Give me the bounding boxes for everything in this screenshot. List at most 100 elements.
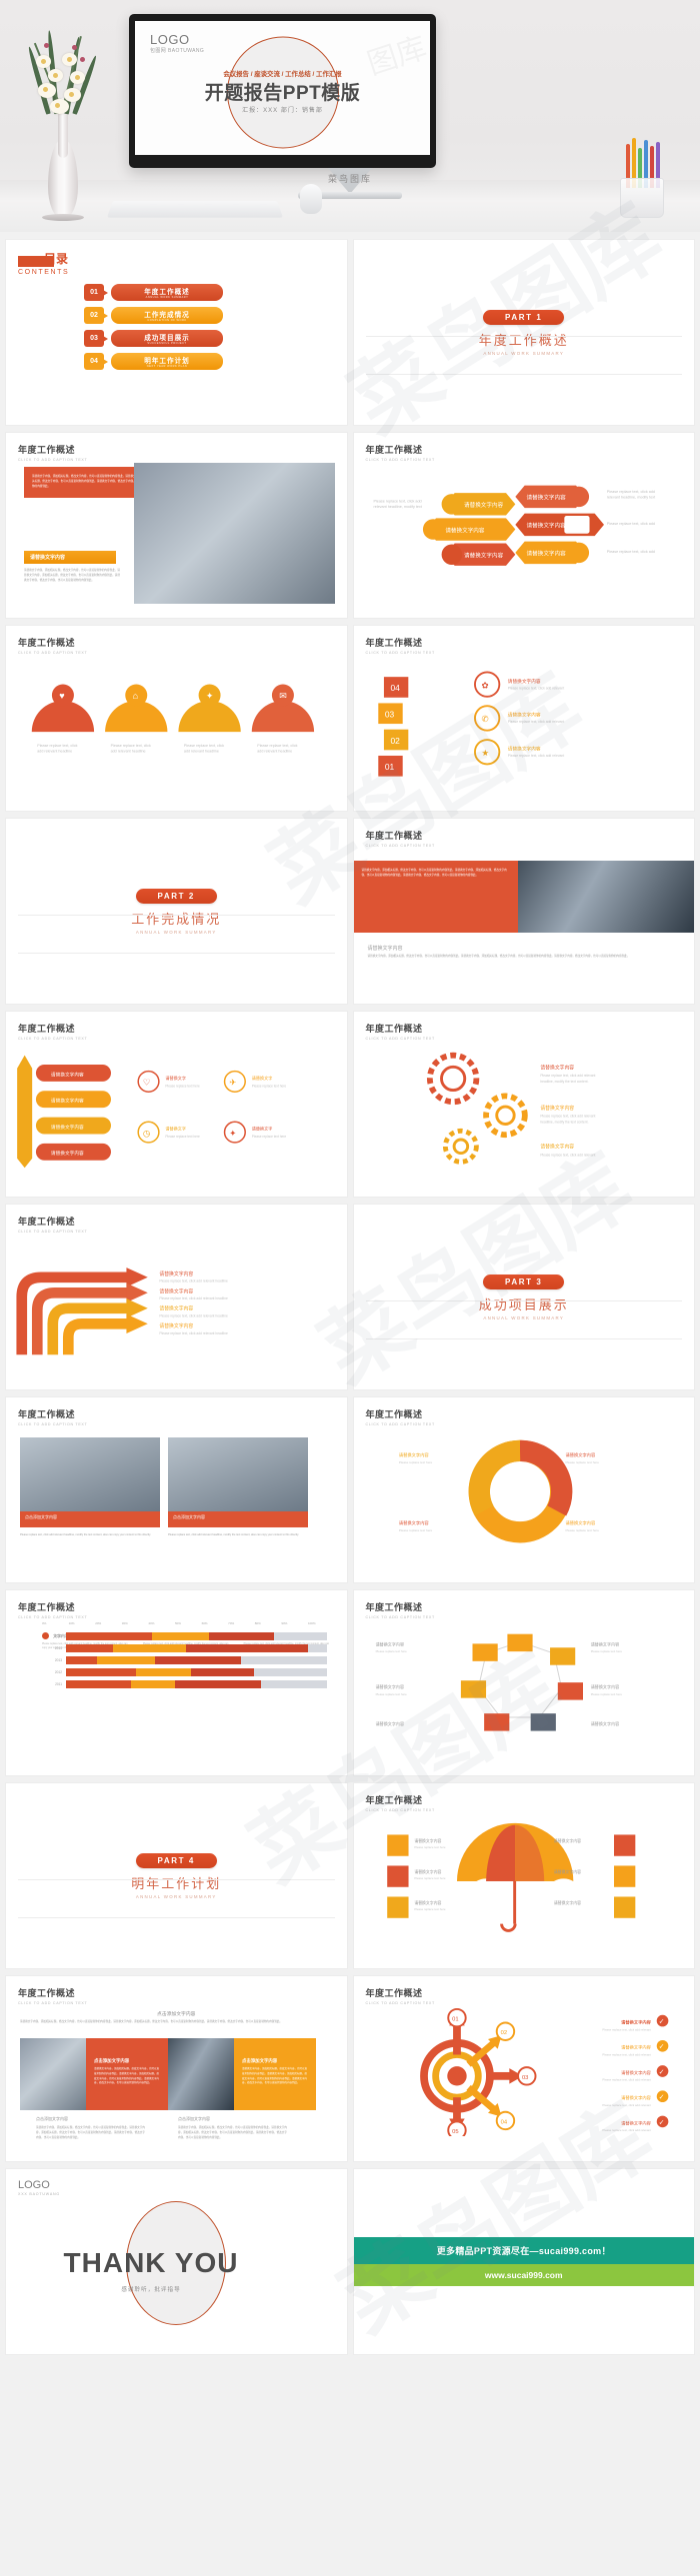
svg-text:Please replace text here: Please replace text here — [590, 1649, 622, 1653]
page-subtitle: CLICK TO ADD CAPTION TEXT — [18, 1230, 88, 1234]
title-main: 开题报告PPT模版 — [204, 83, 361, 104]
page-title: 年度工作概述 — [365, 1024, 423, 1034]
slide-curved-arrows[interactable]: 年度工作概述 CLICK TO ADD CAPTION TEXT 请替换文字内容… — [6, 1205, 347, 1389]
slide-umbrella[interactable]: 年度工作概述 CLICK TO ADD CAPTION TEXT 请替换文字内容… — [353, 1783, 694, 1968]
slide-donut[interactable]: 年度工作概述 CLICK TO ADD CAPTION TEXT 请替换文字内容… — [353, 1397, 694, 1582]
svg-text:请替换文字内容: 请替换文字内容 — [540, 1105, 574, 1112]
footer-caption-2: 点击添加文字内容 — [178, 2116, 210, 2121]
slide-two-photos[interactable]: 年度工作概述 CLICK TO ADD CAPTION TEXT 点击添加文字内… — [6, 1397, 347, 1582]
section-title-en: ANNUAL WORK SUMMARY — [135, 929, 217, 935]
toc-label-cn: 工作完成情况 — [144, 312, 190, 319]
page-title: 年度工作概述 — [18, 1217, 76, 1227]
chart-x-tick: 30% — [121, 1621, 128, 1625]
page-subtitle: CLICK TO ADD CAPTION TEXT — [365, 1422, 435, 1426]
svg-text:Please replace text here: Please replace text here — [414, 1876, 446, 1880]
slide-promo-banner[interactable]: 更多精品PPT资源尽在—sucai999.com！ www.sucai999.c… — [353, 2169, 694, 2354]
slide-section-part2[interactable]: PART 2 工作完成情况 ANNUAL WORK SUMMARY — [6, 819, 347, 1004]
svg-text:⌂: ⌂ — [133, 691, 139, 701]
page-subtitle: CLICK TO ADD CAPTION TEXT — [18, 2001, 88, 2005]
svg-text:add relevant headline: add relevant headline — [184, 749, 219, 753]
svg-text:请替换文字内容: 请替换文字内容 — [590, 1640, 618, 1646]
slide-section-part4[interactable]: PART 4 明年工作计划 ANNUAL WORK SUMMARY — [6, 1783, 347, 1968]
watermark-text: 图库 — [361, 23, 430, 83]
slide-bar-chart[interactable]: 年度工作概述 CLICK TO ADD CAPTION TEXT 2015 201… — [6, 1590, 347, 1775]
slide-pencil-list[interactable]: 年度工作概述 CLICK TO ADD CAPTION TEXT 请替换文字内容… — [6, 1012, 347, 1197]
section-pill: PART 4 — [135, 1852, 217, 1868]
slide-target[interactable]: 年度工作概述 CLICK TO ADD CAPTION TEXT 01 02 0… — [353, 1976, 694, 2161]
toc-number: 02 — [84, 307, 108, 324]
svg-text:Please replace text here: Please replace text here — [590, 1692, 622, 1696]
svg-text:请替换文字内容: 请替换文字内容 — [51, 1124, 84, 1131]
slide-office-photo[interactable]: 年度工作概述 CLICK TO ADD CAPTION TEXT 请替换文字内容… — [353, 819, 694, 1004]
brand-name: 菜鸟图库 — [327, 174, 373, 184]
slide-section-part1[interactable]: PART 1 年度工作概述 ANNUAL WORK SUMMARY — [353, 240, 694, 425]
center-caption: 点击添加文字内容 — [157, 2012, 196, 2017]
page-subtitle: CLICK TO ADD CAPTION TEXT — [18, 1422, 88, 1426]
svg-text:Please replace text, click add: Please replace text, click add — [606, 522, 654, 526]
overlay-text-1: 请替换文字内容，添加相关标题，修改文字内容，也可以直接复制你的内容到此。请替换文… — [94, 2067, 160, 2085]
list-item[interactable]: 03 成功项目展示 SUCCESSFUL PROJECT — [84, 330, 335, 347]
list-item[interactable]: 02 工作完成情况 COMPLETION OF WORK — [84, 307, 335, 324]
slide-steps-circles[interactable]: 年度工作概述 CLICK TO ADD CAPTION TEXT 04 03 0… — [353, 626, 694, 811]
svg-text:Please replace text, click add: Please replace text, click add relevant … — [159, 1280, 228, 1284]
svg-text:05: 05 — [452, 2129, 458, 2135]
slide-gears[interactable]: 年度工作概述 CLICK TO ADD CAPTION TEXT 请替换文字内容… — [353, 1012, 694, 1197]
toc-number: 01 — [84, 284, 108, 301]
svg-text:请替换文字内容: 请替换文字内容 — [621, 2119, 652, 2126]
svg-text:请替换文字内容: 请替换文字内容 — [540, 1144, 574, 1151]
logo-text: LOGO — [18, 2179, 50, 2191]
svg-text:请替换文字内容: 请替换文字内容 — [526, 522, 566, 530]
slide-contents[interactable]: 目录 CONTENTS 01 年度工作概述 ANNUAL WORK SUMMAR… — [6, 240, 347, 425]
svg-text:add relevant headline: add relevant headline — [37, 749, 72, 753]
chart-x-tick: 100% — [307, 1621, 316, 1625]
pencil-cup — [612, 138, 672, 218]
page-title: 年度工作概述 — [18, 445, 76, 455]
chart-y-tick: 2011 — [55, 1682, 62, 1686]
slide-arrow-diagram[interactable]: 年度工作概述 CLICK TO ADD CAPTION TEXT 请替换文字内容… — [353, 433, 694, 618]
svg-text:请替换文字内容: 请替换文字内容 — [398, 1519, 429, 1526]
list-item[interactable]: 04 明年工作计划 NEXT YEAR WORK PLAN — [84, 353, 335, 370]
section-pill: PART 3 — [483, 1274, 565, 1289]
svg-text:请替换文字内容: 请替换文字内容 — [51, 1150, 84, 1157]
hexagon-infographic: 请替换文字内容 Please replace text here 请替换文字内容… — [375, 1633, 622, 1731]
page-subtitle: CLICK TO ADD CAPTION TEXT — [18, 651, 88, 655]
chart-bar-segment — [66, 1656, 98, 1664]
list-item[interactable]: 01 年度工作概述 ANNUAL WORK SUMMARY — [84, 284, 335, 301]
slide-overview-photo[interactable]: 年度工作概述 CLICK TO ADD CAPTION TEXT 请替换文字内容… — [6, 433, 347, 618]
toc-title-en: CONTENTS — [18, 269, 70, 276]
chart-bar-segment — [209, 1632, 275, 1640]
slide-thank-you[interactable]: LOGO XXX BAOTUWANG THANK YOU 感谢聆听，批评指导 — [6, 2169, 347, 2354]
arrow-infographic: 请替换文字内容 请替换文字内容 请替换文字内容 请替换文字内容 请替换文字内容 … — [373, 485, 655, 566]
svg-text:Please replace text, click add: Please replace text, click add — [373, 499, 421, 503]
logo-subtext: 包图网 BAOTUWANG — [150, 48, 205, 54]
svg-text:03: 03 — [384, 709, 394, 719]
svg-text:04: 04 — [500, 2119, 507, 2125]
chart-bar-segment — [175, 1680, 262, 1688]
slide-section-part3[interactable]: PART 3 成功项目展示 ANNUAL WORK SUMMARY — [353, 1205, 694, 1389]
page-title: 年度工作概述 — [18, 1024, 76, 1034]
chart-y-tick: 2012 — [54, 1670, 62, 1674]
semicircle-icons: ♥ ⌂ ✦ ✉ Please replace text, click add rel… — [31, 684, 315, 753]
chart-x-tick: 70% — [228, 1621, 235, 1625]
svg-text:add relevant headline: add relevant headline — [111, 749, 146, 753]
section-pill: PART 2 — [135, 888, 217, 904]
photo-caption-1: 点击添加文字内容 — [20, 1511, 160, 1527]
chart-bar-segment — [136, 1668, 192, 1676]
page-subtitle: CLICK TO ADD CAPTION TEXT — [365, 458, 435, 462]
gear-infographic: 请替换文字内容 Please replace text, click add r… — [426, 1052, 595, 1165]
svg-text:✉: ✉ — [279, 691, 287, 701]
logo-text: LOGO — [150, 32, 190, 47]
svg-text:Please replace text, click add: Please replace text, click add relevant … — [159, 1296, 228, 1300]
slide-meeting-photos[interactable]: 年度工作概述 CLICK TO ADD CAPTION TEXT 点击添加文字内… — [6, 1976, 347, 2161]
svg-text:请替换文字内容: 请替换文字内容 — [621, 2018, 652, 2025]
footer-text-2: 请替换文字内容，添加相关标题，修改文字内容，也可以直接复制你的内容到此。请替换文… — [178, 2126, 287, 2139]
svg-text:Please replace text, click add: Please replace text, click add — [606, 490, 654, 494]
svg-text:Please replace text here: Please replace text here — [252, 1135, 287, 1139]
slide-hexagon[interactable]: 年度工作概述 CLICK TO ADD CAPTION TEXT 请替换文字内容… — [353, 1590, 694, 1775]
slide-icon-row[interactable]: 年度工作概述 CLICK TO ADD CAPTION TEXT ♥ ⌂ ✦ ✉ P… — [6, 626, 347, 811]
svg-text:✓: ✓ — [658, 2069, 664, 2076]
svg-text:请替换文字内容: 请替换文字内容 — [507, 678, 540, 685]
svg-text:★: ★ — [481, 748, 489, 758]
photo-office — [517, 861, 694, 933]
photo-building-1 — [20, 1437, 160, 1511]
